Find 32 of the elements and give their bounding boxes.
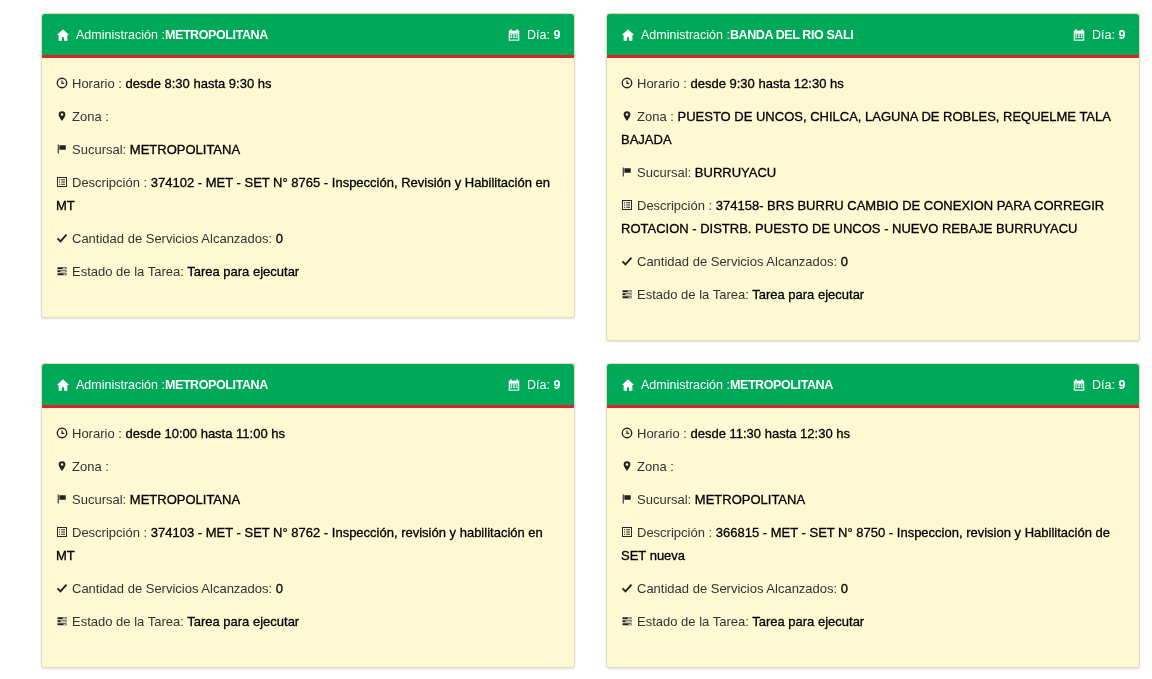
task-detail: Descripción : 374158- BRS BURRU CAMBIO DE CONEXION PARA CORREGIR ROTACION - DISTRB. PUESTO DE UNCOS - NUEVO REBAJE BURRUYACU [621,197,1106,238]
task-detail: Horario : desde 8:30 hasta 9:30 hs [56,72,560,95]
task-detail: Zona : PUESTO DE UNCOS, CHILCA, LAGUNA DE ROBLES, REQUELME TALA BAJADA [621,108,1112,149]
administration-label: Administración :BANDA DEL RIO SALI [641,27,854,42]
task-detail: Estado de la Tarea: Tarea para ejecutar [621,610,1125,633]
administration-label: Administración :METROPOLITANA [76,377,268,392]
task-detail: Estado de la Tarea: Tarea para ejecutar [56,260,560,283]
day-label: Día: 9 [1092,377,1125,392]
task-detail: Zona : [56,455,560,478]
task-detail: Cantidad de Servicios Alcanzados: 0 [56,227,560,250]
day-label: Día: 9 [1092,27,1125,42]
task-detail: Cantidad de Servicios Alcanzados: 0 [621,577,1125,600]
task-detail: Zona : [621,455,1125,478]
task-detail: Sucursal: BURRUYACU [621,161,1125,184]
administration-label: Administración :METROPOLITANA [641,377,833,392]
day-label: Día: 9 [527,377,560,392]
task-detail: Sucursal: METROPOLITANA [56,488,560,511]
task-detail: Descripción : 366815 - MET - SET N° 8750 - Inspeccion, revision y Habilitación de SET nueva [621,524,1111,565]
task-detail: Horario : desde 10:00 hasta 11:00 hs [56,422,560,445]
task-detail: Cantidad de Servicios Alcanzados: 0 [621,250,1125,273]
task-detail: Estado de la Tarea: Tarea para ejecutar [621,283,1125,306]
task-detail: Zona : [56,105,560,128]
task-detail: Horario : desde 9:30 hasta 12:30 hs [621,72,1125,95]
task-detail: Descripción : 374102 - MET - SET N° 8765 - Inspección, Revisión y Habilitación en MT [56,174,551,215]
administration-label: Administración :METROPOLITANA [76,27,268,42]
task-detail: Descripción : 374103 - MET - SET N° 8762 - Inspección, revisión y habilitación en MT [56,524,544,565]
task-detail: Sucursal: METROPOLITANA [621,488,1125,511]
task-detail: Horario : desde 11:30 hasta 12:30 hs [621,422,1125,445]
day-label: Día: 9 [527,27,560,42]
task-detail: Estado de la Tarea: Tarea para ejecutar [56,610,560,633]
task-detail: Sucursal: METROPOLITANA [56,138,560,161]
task-detail: Cantidad de Servicios Alcanzados: 0 [56,577,560,600]
